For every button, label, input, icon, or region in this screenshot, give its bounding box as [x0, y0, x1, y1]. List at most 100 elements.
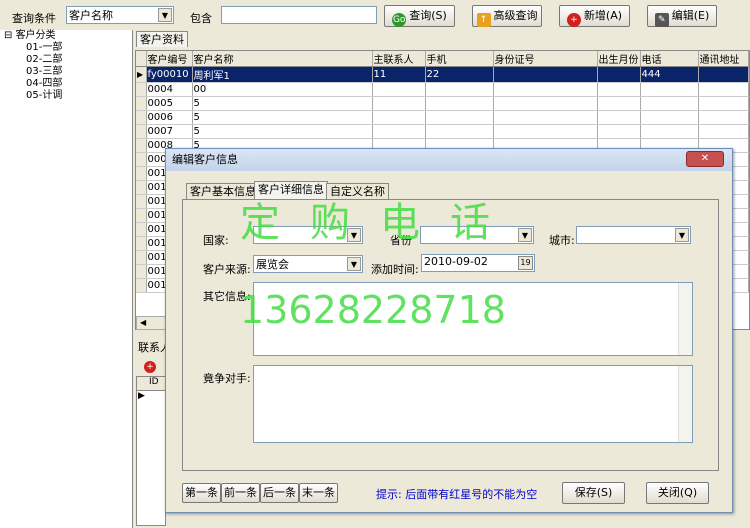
table-cell[interactable] — [640, 124, 699, 139]
next-record-button[interactable]: 后一条 — [260, 483, 299, 503]
table-cell[interactable] — [640, 110, 699, 125]
table-cell[interactable] — [372, 110, 426, 125]
row-indicator — [136, 138, 147, 153]
contacts-grid[interactable]: ID ▶ — [136, 376, 166, 526]
contacts-id-header: ID — [137, 377, 165, 391]
query-button[interactable]: Go 查询(S) — [384, 5, 455, 27]
column-header[interactable]: 客户名称 — [192, 51, 373, 67]
table-row[interactable]: 0004 00 — [136, 82, 749, 97]
source-select[interactable]: 展览会 ▼ — [253, 255, 363, 273]
go-icon: Go — [392, 13, 407, 27]
table-cell[interactable] — [597, 66, 641, 83]
contains-label: 包含 — [190, 12, 212, 25]
query-condition-label: 查询条件 — [12, 12, 56, 25]
column-header[interactable]: 出生月份 — [597, 51, 641, 67]
table-row[interactable]: 0007 5 — [136, 124, 749, 139]
table-cell[interactable]: 11 — [372, 66, 426, 83]
table-cell[interactable] — [698, 110, 749, 125]
column-header[interactable]: 客户编号 — [146, 51, 193, 67]
last-record-button[interactable]: 末一条 — [299, 483, 338, 503]
table-cell[interactable]: 5 — [192, 96, 373, 111]
table-cell[interactable] — [425, 110, 494, 125]
column-header[interactable]: 电话 — [640, 51, 699, 67]
table-cell[interactable] — [493, 124, 598, 139]
column-header[interactable]: 手机 — [425, 51, 494, 67]
tab-customer-data[interactable]: 客户资料 — [136, 31, 188, 47]
table-cell[interactable] — [493, 66, 598, 83]
calendar-icon[interactable]: 19 — [518, 256, 533, 270]
table-row[interactable]: ▶ fy00010 周利军1 11 22 444 — [136, 66, 749, 83]
required-hint: 提示: 后面带有红星号的不能为空 — [376, 488, 538, 501]
horizontal-scrollbar[interactable]: ◀ — [136, 316, 166, 330]
table-cell[interactable] — [493, 96, 598, 111]
table-cell[interactable]: 周利军1 — [192, 66, 373, 83]
table-cell[interactable] — [597, 124, 641, 139]
source-label: 客户来源: — [203, 263, 251, 276]
table-cell[interactable]: 0006 — [146, 110, 193, 125]
table-cell[interactable] — [425, 82, 494, 97]
tree-item[interactable]: 01-一部 — [0, 42, 132, 54]
table-row[interactable]: 0006 5 — [136, 110, 749, 125]
advanced-query-button[interactable]: ↑ 高级查询 — [472, 5, 542, 27]
field-select[interactable]: 客户名称 ▼ — [66, 6, 174, 24]
column-header[interactable]: 身份证号 — [493, 51, 598, 67]
tree-item[interactable]: 05-计调 — [0, 90, 132, 102]
column-header[interactable]: 主联系人 — [372, 51, 426, 67]
prev-record-button[interactable]: 前一条 — [221, 483, 260, 503]
save-button[interactable]: 保存(S) — [562, 482, 625, 504]
table-cell[interactable] — [372, 96, 426, 111]
row-indicator — [136, 278, 147, 293]
table-cell[interactable] — [698, 66, 749, 83]
tree-root[interactable]: ⊟ 客户分类 — [0, 30, 132, 42]
table-cell[interactable]: 5 — [192, 124, 373, 139]
customer-category-tree[interactable]: ⊟ 客户分类 01-一部 02-二部 03-三部 04-四部 05-计调 — [0, 30, 133, 528]
table-cell[interactable]: fy00010 — [146, 66, 193, 83]
row-indicator — [136, 236, 147, 251]
chevron-down-icon: ▼ — [518, 228, 532, 242]
vertical-scrollbar[interactable] — [678, 283, 692, 355]
vertical-scrollbar[interactable] — [678, 366, 692, 442]
added-time-picker[interactable]: 2010-09-02 19 — [421, 254, 535, 272]
table-cell[interactable]: 444 — [640, 66, 699, 83]
competitor-label: 竟争对手: — [203, 372, 251, 385]
table-cell[interactable] — [640, 96, 699, 111]
table-cell[interactable] — [493, 110, 598, 125]
table-cell[interactable] — [425, 96, 494, 111]
table-cell[interactable] — [493, 82, 598, 97]
city-select[interactable]: ▼ — [576, 226, 691, 244]
table-cell[interactable] — [597, 96, 641, 111]
search-input[interactable] — [221, 6, 377, 24]
close-button[interactable]: 关闭(Q) — [646, 482, 709, 504]
tree-item[interactable]: 02-二部 — [0, 54, 132, 66]
row-indicator — [136, 194, 147, 209]
table-cell[interactable]: 00 — [192, 82, 373, 97]
close-icon[interactable]: ✕ — [686, 151, 724, 167]
table-cell[interactable] — [372, 82, 426, 97]
plus-icon: + — [566, 13, 581, 27]
table-cell[interactable]: 0005 — [146, 96, 193, 111]
tree-item[interactable]: 04-四部 — [0, 78, 132, 90]
table-cell[interactable] — [640, 82, 699, 97]
watermark-line2: 13628228718 — [240, 288, 506, 332]
edit-button[interactable]: ✎ 编辑(E) — [647, 5, 717, 27]
table-row[interactable]: 0005 5 — [136, 96, 749, 111]
table-cell[interactable] — [597, 110, 641, 125]
table-cell[interactable] — [597, 82, 641, 97]
country-label: 国家: — [203, 234, 229, 247]
column-header[interactable]: 通讯地址 — [698, 51, 749, 67]
tree-item[interactable]: 03-三部 — [0, 66, 132, 78]
table-cell[interactable] — [698, 96, 749, 111]
add-button[interactable]: + 新增(A) — [559, 5, 630, 27]
table-cell[interactable] — [698, 82, 749, 97]
table-cell[interactable] — [372, 124, 426, 139]
added-time-label: 添加时间: — [371, 263, 419, 276]
table-cell[interactable]: 0007 — [146, 124, 193, 139]
table-cell[interactable]: 0004 — [146, 82, 193, 97]
table-cell[interactable] — [698, 124, 749, 139]
table-cell[interactable]: 22 — [425, 66, 494, 83]
first-record-button[interactable]: 第一条 — [182, 483, 221, 503]
add-contact-icon[interactable]: + — [144, 361, 156, 373]
table-cell[interactable]: 5 — [192, 110, 373, 125]
table-cell[interactable] — [425, 124, 494, 139]
competitor-textarea[interactable] — [253, 365, 693, 443]
